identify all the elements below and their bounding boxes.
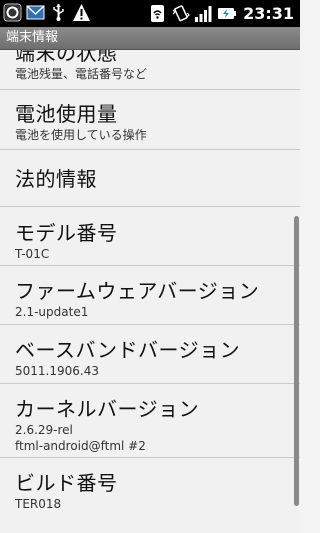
usb-icon xyxy=(49,3,68,22)
battery-charging-icon xyxy=(217,4,237,23)
item-subtitle-2: ftml-android@ftml #2 xyxy=(15,439,146,453)
item-title: ベースバンドバージョン xyxy=(15,338,241,362)
list-item-legal-info[interactable]: 法的情報 xyxy=(0,150,300,207)
item-subtitle: 2.6.29-rel xyxy=(15,423,73,437)
scrollbar[interactable] xyxy=(294,216,299,506)
list-item-firmware-version[interactable]: ファームウェアバージョン 2.1-update1 xyxy=(0,266,300,325)
item-title: 端末の状態 xyxy=(15,50,118,65)
list-item-baseband-version[interactable]: ベースバンドバージョン 5011.1906.43 xyxy=(0,325,300,384)
notification-icons xyxy=(3,3,91,22)
settings-list[interactable]: 端末の状態 電池残量、電話番号など 電池使用量 電池を使用している操作 法的情報… xyxy=(0,50,300,533)
clock: 23:31 xyxy=(243,4,294,23)
status-bar[interactable]: 23:31 xyxy=(0,0,300,27)
list-item-battery-usage[interactable]: 電池使用量 電池を使用している操作 xyxy=(0,90,300,150)
item-subtitle: TER018 xyxy=(15,497,62,511)
vibrate-icon xyxy=(171,4,190,23)
title-bar: 端末情報 xyxy=(0,27,300,50)
item-title: ビルド番号 xyxy=(15,471,118,495)
list-item-build-number[interactable]: ビルド番号 TER018 xyxy=(0,458,300,518)
sync-icon xyxy=(3,3,22,22)
item-title: ファームウェアバージョン xyxy=(15,279,260,303)
item-subtitle: T-01C xyxy=(15,247,50,261)
item-title: 法的情報 xyxy=(15,167,97,191)
list-item-model-number[interactable]: モデル番号 T-01C xyxy=(0,207,300,266)
item-title: モデル番号 xyxy=(15,221,118,245)
system-icons: 23:31 xyxy=(148,3,294,24)
list-item-device-status[interactable]: 端末の状態 電池残量、電話番号など xyxy=(0,50,300,90)
warning-icon xyxy=(72,3,91,22)
signal-icon xyxy=(194,4,213,23)
item-title: 電池使用量 xyxy=(15,102,118,126)
wifi-icon xyxy=(148,4,167,23)
item-subtitle: 電池残量、電話番号など xyxy=(15,67,148,81)
item-subtitle: 2.1-update1 xyxy=(15,305,89,319)
page-title: 端末情報 xyxy=(6,30,59,45)
item-title: カーネルバージョン xyxy=(15,397,200,421)
list-item-kernel-version[interactable]: カーネルバージョン 2.6.29-rel ftml-android@ftml #… xyxy=(0,384,300,458)
email-icon xyxy=(26,3,45,22)
item-subtitle: 電池を使用している操作 xyxy=(15,128,147,142)
item-subtitle: 5011.1906.43 xyxy=(15,364,99,378)
